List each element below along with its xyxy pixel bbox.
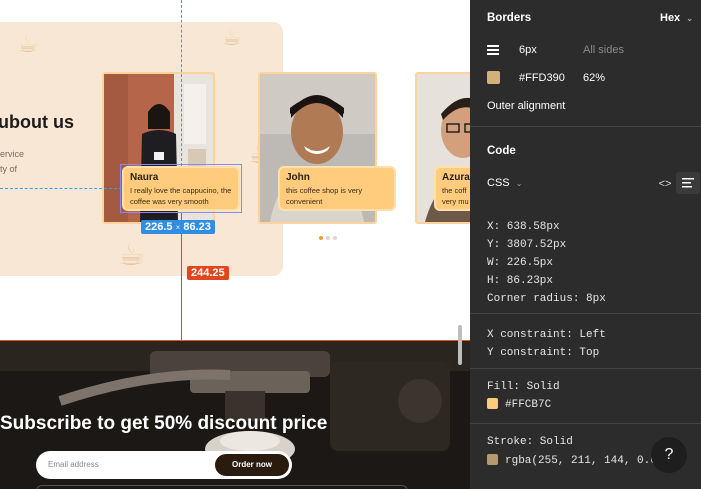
stroke-color-swatch [487,454,498,465]
code-language-dropdown[interactable]: CSS ⌄ [487,177,522,189]
border-sides-value[interactable]: All sides [583,44,624,56]
code-line: X: 638.58px [487,221,560,233]
dimension-label: 226.5 × 86.23 [141,220,215,234]
fill-color-swatch [487,398,498,409]
selection-outline [120,164,242,213]
constraint-properties: X constraint: Left Y constraint: Top [487,326,606,362]
testimonial-name: Azura [442,172,470,183]
border-color-swatch[interactable] [487,71,500,84]
stroke-label: Stroke: Solid [487,436,573,448]
code-line: W: 226.5px [487,257,554,269]
testimonial-name: John [286,172,310,183]
subscribe-title: Subscribe to get 50% discount price [0,413,328,434]
code-view-icon[interactable]: <> [654,174,676,194]
carousel-dots[interactable] [319,236,337,240]
testimonial-text: this coffee shop is very convenient [286,186,363,206]
coffee-cup-decoration-icon: ☕ [18,33,38,58]
border-color-value[interactable]: #FFD390 [519,72,565,84]
chevron-down-icon: ⌄ [686,14,693,23]
fill-label: Fill: Solid [487,381,560,393]
divider [470,423,701,424]
measure-guide-horizontal [0,188,122,189]
stroke-value: rgba(255, 211, 144, 0.6 [505,455,657,467]
email-input[interactable]: Email address [48,460,99,469]
code-section-title: Code [487,145,516,157]
coffee-cup-decoration-icon: ☕ [222,26,242,51]
divider [470,368,701,369]
help-button[interactable]: ? [651,437,687,473]
about-title: ubout us [0,112,74,132]
list-view-icon[interactable] [676,172,700,194]
code-line: Y: 3807.52px [487,239,567,251]
code-line: Corner radius: 8px [487,293,606,305]
chevron-down-icon: ⌄ [515,179,523,188]
email-input-bar[interactable]: Email address Order now [36,451,292,479]
testimonial-text: the coff very mu [442,186,469,206]
border-width-value[interactable]: 6px [519,44,537,56]
carousel-dot[interactable] [333,236,337,240]
divider [470,126,701,127]
distance-label: 244.25 [187,266,229,280]
divider [470,313,701,314]
design-canvas[interactable]: ☕ ☕ ☕ ☕ ubout us ervice ty of Naura I re… [0,0,470,489]
testimonial-card-john[interactable]: John this coffee shop is very convenient [278,166,396,211]
code-line: Y constraint: Top [487,347,600,359]
subscribe-banner: Subscribe to get 50% discount price Emai… [0,340,470,489]
outer-alignment-label[interactable]: Outer alignment [487,100,565,112]
borders-section-title: Borders [487,12,532,24]
code-properties: X: 638.58px Y: 3807.52px W: 226.5px H: 8… [487,218,606,308]
testimonial-card-azura[interactable]: Azura the coff very mu [434,166,470,211]
carousel-dot[interactable] [326,236,330,240]
inspector-panel: Borders Hex ⌄ 6px All sides #FFD390 62% … [470,0,701,489]
coffee-cup-decoration-icon: ☕ [118,238,145,273]
measure-guide-vertical [181,0,182,166]
border-opacity-value[interactable]: 62% [583,72,605,84]
border-width-icon [486,43,500,57]
next-section-edge [36,485,408,489]
canvas-scrollbar[interactable] [458,325,462,365]
about-text: ervice ty of [0,149,25,174]
carousel-dot-active[interactable] [319,236,323,240]
color-format-dropdown[interactable]: Hex ⌄ [660,12,693,24]
fill-value: #FFCB7C [505,399,552,411]
order-now-button[interactable]: Order now [215,454,289,476]
code-line: H: 86.23px [487,275,554,287]
code-line: X constraint: Left [487,329,606,341]
